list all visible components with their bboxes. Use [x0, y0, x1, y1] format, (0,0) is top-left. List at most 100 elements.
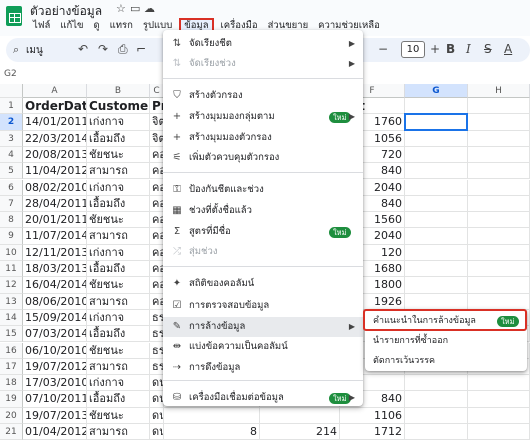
- cell-h[interactable]: [468, 98, 530, 115]
- cell-c[interactable]: คอ: [150, 261, 164, 278]
- data-menu-item-sigma[interactable]: Σ สูตรที่มีชื่อ ใหม่: [163, 222, 363, 242]
- row-header[interactable]: 13: [0, 293, 23, 310]
- row-header[interactable]: 11: [0, 261, 23, 278]
- data-menu-item-sort[interactable]: ⇅ จัดเรียงชีต ▶: [163, 34, 363, 54]
- cell-b[interactable]: ชัยชนะ: [87, 277, 150, 294]
- search-icon[interactable]: ⌕: [13, 43, 19, 57]
- print-icon[interactable]: ⎙: [118, 42, 128, 57]
- data-menu-item-lightbulb[interactable]: ✦ สถิติของคอลัมน์: [163, 274, 363, 294]
- data-menu-item-named-range[interactable]: ▦ ช่วงที่ตั้งชื่อแล้ว: [163, 201, 363, 221]
- cell-a[interactable]: 19/07/2013: [23, 407, 87, 424]
- cell-b[interactable]: ชัยชนะ: [87, 342, 150, 359]
- cell-b[interactable]: สามารถ: [87, 163, 150, 180]
- data-menu-item-protect[interactable]: ⚿ ป้องกันชีตและช่วง: [163, 180, 363, 200]
- cell-g[interactable]: [405, 228, 468, 245]
- cell-c[interactable]: ธร: [150, 342, 164, 359]
- cell-h[interactable]: [468, 293, 530, 310]
- row-header[interactable]: 16: [0, 342, 23, 359]
- menu-file[interactable]: ไฟล์: [30, 18, 53, 34]
- row-header[interactable]: 18: [0, 375, 23, 392]
- cell-a[interactable]: 16/04/2014: [23, 277, 87, 294]
- cell-b[interactable]: สามารถ: [87, 358, 150, 376]
- cell-h[interactable]: [468, 424, 530, 440]
- cell-c[interactable]: ดน: [150, 375, 164, 392]
- cell-e[interactable]: [260, 407, 340, 424]
- data-menu-item-extract[interactable]: ⇢ การดึงข้อมูล: [163, 358, 363, 378]
- row-header[interactable]: 2: [0, 114, 23, 131]
- cell-c[interactable]: ดน: [150, 391, 164, 408]
- cell-c[interactable]: คอ: [150, 179, 164, 196]
- menu-edit[interactable]: แก้ไข: [57, 18, 86, 34]
- cell-b[interactable]: สามารถ: [87, 424, 150, 440]
- cell-h[interactable]: [468, 277, 530, 294]
- cell-g[interactable]: [405, 163, 468, 180]
- row-header[interactable]: 5: [0, 163, 23, 180]
- row-header[interactable]: 15: [0, 326, 23, 343]
- cell-h[interactable]: [468, 114, 530, 131]
- paint-format-icon[interactable]: ⌐: [136, 42, 146, 56]
- cell-h[interactable]: [468, 391, 530, 408]
- menu-insert[interactable]: แทรก: [107, 18, 136, 34]
- cell-a[interactable]: 15/09/2014: [23, 309, 87, 327]
- cell-a[interactable]: 08/06/2010: [23, 293, 87, 310]
- cell-h[interactable]: [468, 407, 530, 424]
- cell-h[interactable]: [468, 375, 530, 392]
- cell-g[interactable]: [405, 293, 468, 310]
- select-all-corner[interactable]: [0, 84, 23, 98]
- cell-a[interactable]: 18/03/2013: [23, 261, 87, 278]
- cell-g[interactable]: [405, 277, 468, 294]
- cell-c[interactable]: จิต: [150, 114, 164, 131]
- cell-g[interactable]: [405, 179, 468, 196]
- cell-g[interactable]: [405, 391, 468, 408]
- sheets-logo-icon[interactable]: [6, 6, 22, 26]
- column-header-g[interactable]: G: [405, 84, 468, 98]
- cell-c[interactable]: คอ: [150, 293, 164, 310]
- cell-b[interactable]: เอื้อมถึง: [87, 261, 150, 278]
- undo-icon[interactable]: ↶: [78, 42, 88, 56]
- cell-c[interactable]: คอ: [150, 163, 164, 180]
- font-size-field[interactable]: 10: [401, 41, 425, 58]
- cell-b[interactable]: ชัยชนะ: [87, 146, 150, 164]
- cell-c[interactable]: คอ: [150, 195, 164, 213]
- cell-b[interactable]: สามารถ: [87, 293, 150, 310]
- cell-h[interactable]: [468, 195, 530, 213]
- data-menu-item-database[interactable]: ⛁ เครื่องมือเชื่อมต่อข้อมูล ใหม่ ▶: [163, 388, 363, 408]
- cell-d[interactable]: [163, 407, 260, 424]
- cell-c[interactable]: จิต: [150, 130, 164, 147]
- cell-g[interactable]: [405, 424, 468, 440]
- data-menu-item-split[interactable]: ⇹ แบ่งข้อความเป็นคอลัมน์: [163, 337, 363, 357]
- cell-f[interactable]: 1106: [340, 407, 405, 424]
- cell-b[interactable]: ชัยชนะ: [87, 212, 150, 229]
- cell-a[interactable]: 19/07/2012: [23, 358, 87, 376]
- cell-b[interactable]: เก่งกาจ: [87, 309, 150, 327]
- cell-a[interactable]: 22/03/2014: [23, 130, 87, 147]
- cell-a[interactable]: 07/10/2011: [23, 391, 87, 408]
- cell-g[interactable]: [405, 375, 468, 392]
- cell-a[interactable]: 11/07/2014: [23, 228, 87, 245]
- cloud-status-icon[interactable]: ☁: [144, 2, 155, 15]
- cell-c[interactable]: คอ: [150, 212, 164, 229]
- cell-b[interactable]: เอื้อมถึง: [87, 326, 150, 343]
- cell-b[interactable]: เก่งกาจ: [87, 244, 150, 261]
- name-box[interactable]: G2: [2, 66, 92, 82]
- cell-g[interactable]: [405, 146, 468, 164]
- cell-h[interactable]: [468, 244, 530, 261]
- row-header[interactable]: 12: [0, 277, 23, 294]
- data-menu-item-cleanup[interactable]: ✎ การล้างข้อมูล ▶: [163, 317, 363, 337]
- cell-h[interactable]: [468, 212, 530, 229]
- cell-g[interactable]: [405, 244, 468, 261]
- increase-font-icon[interactable]: +: [430, 42, 440, 56]
- text-color-icon[interactable]: A: [504, 42, 512, 56]
- cell-b[interactable]: เก่งกาจ: [87, 179, 150, 196]
- row-header[interactable]: 14: [0, 309, 23, 327]
- row-header[interactable]: 10: [0, 244, 23, 261]
- cell-c[interactable]: คอ: [150, 244, 164, 261]
- redo-icon[interactable]: ↷: [98, 42, 108, 56]
- cell-b[interactable]: Customer: [87, 98, 150, 115]
- cell-c[interactable]: คอ: [150, 228, 164, 245]
- cell-d[interactable]: 8: [163, 424, 260, 440]
- cell-h[interactable]: [468, 261, 530, 278]
- cell-c[interactable]: Pr: [150, 98, 164, 115]
- cell-a[interactable]: 11/04/2012: [23, 163, 87, 180]
- cell-a[interactable]: 08/02/2010: [23, 179, 87, 196]
